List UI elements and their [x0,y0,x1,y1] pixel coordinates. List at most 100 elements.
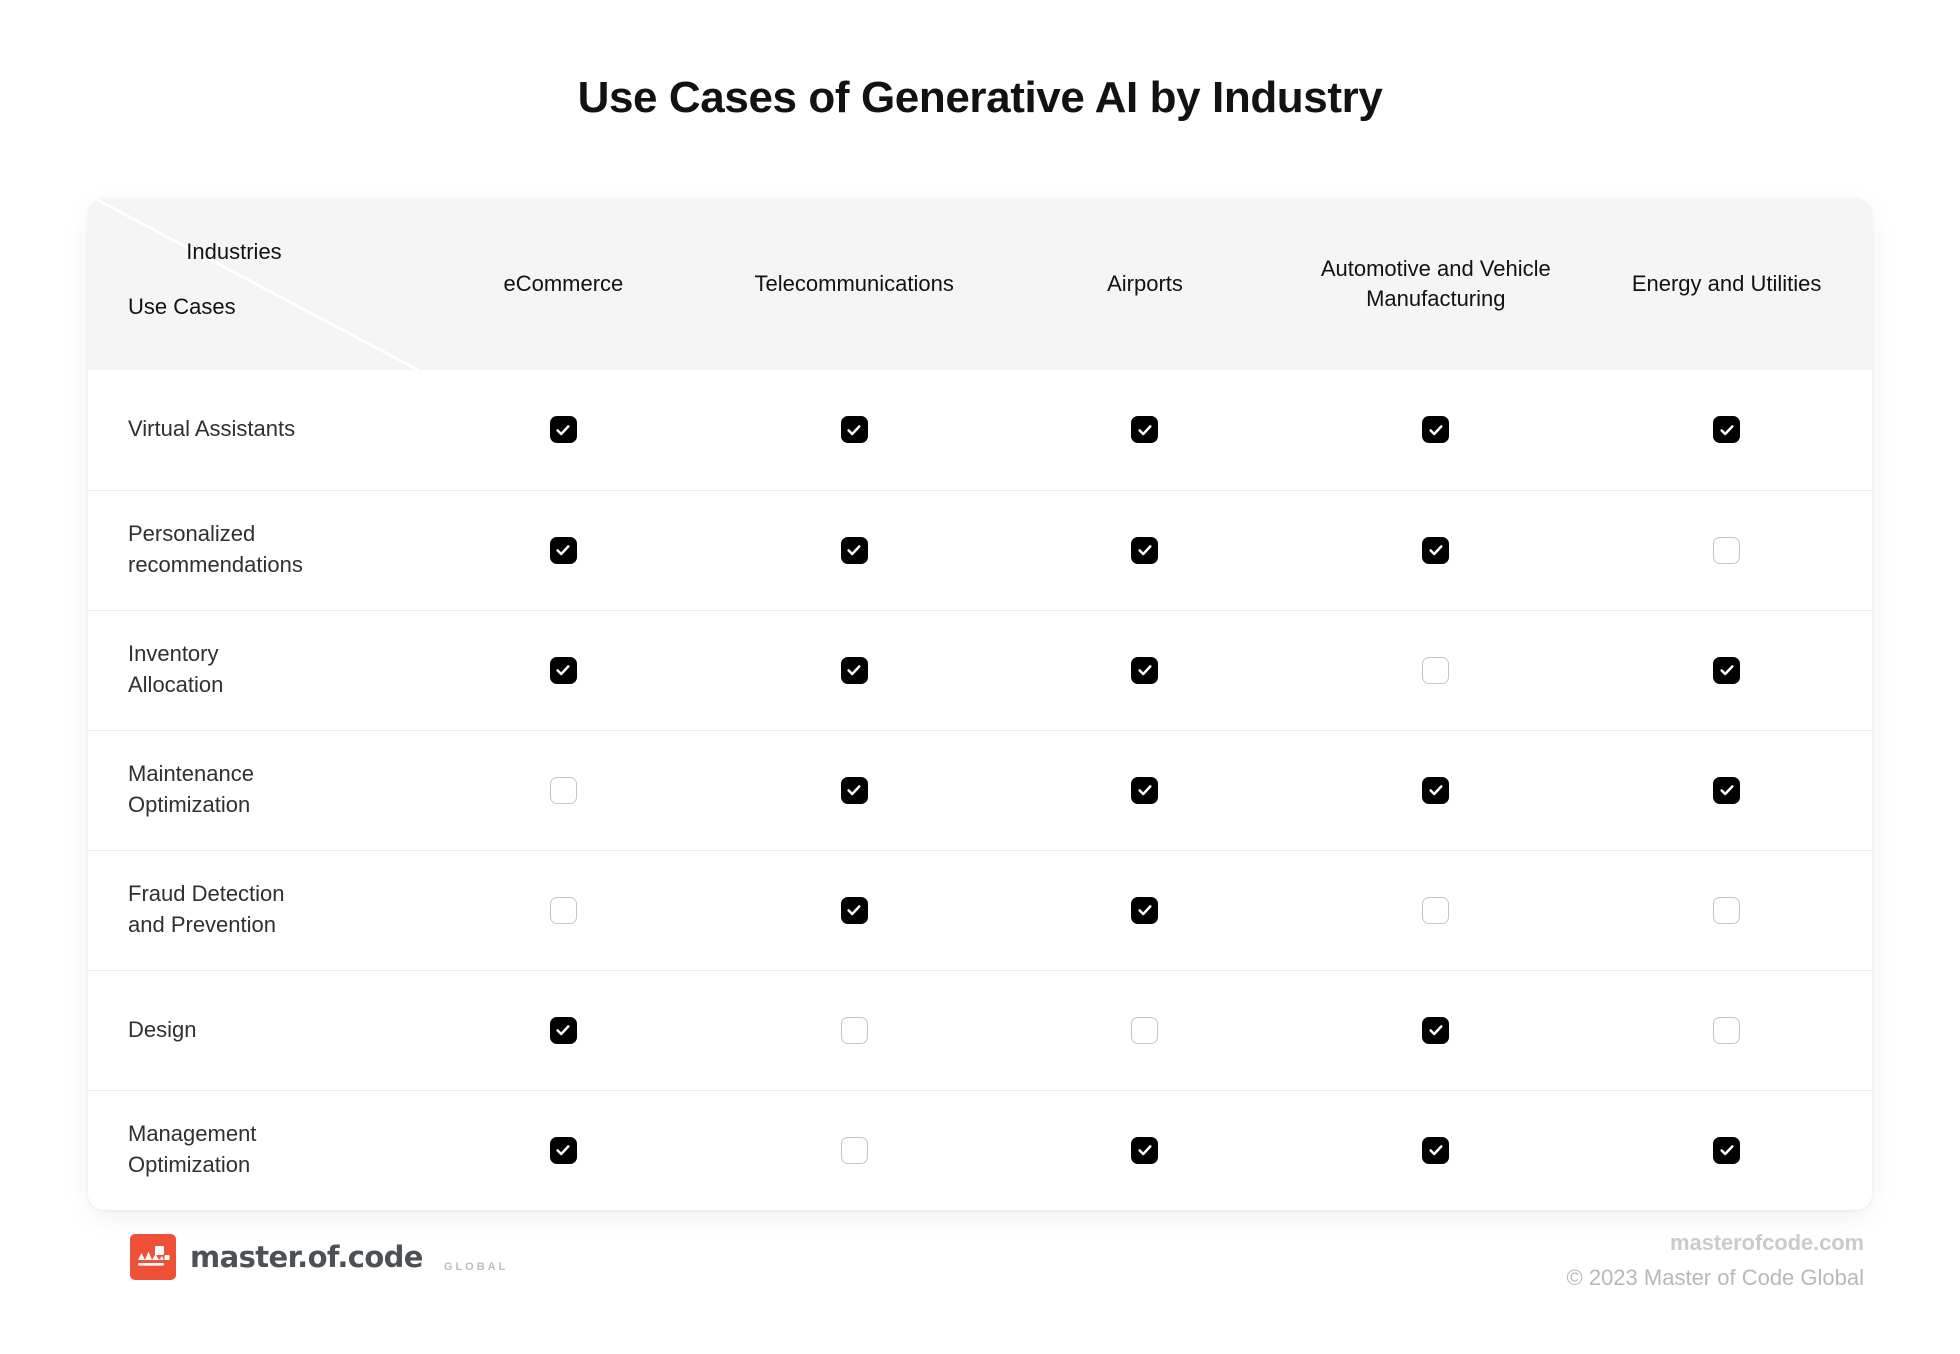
checkbox-checked-icon[interactable] [1713,416,1741,444]
footer-attribution: masterofcode.com © 2023 Master of Code G… [1566,1230,1865,1291]
checkbox-unchecked-icon[interactable] [1422,656,1450,684]
cell-management-optimization-automotive-and-vehicle-manufacturing[interactable] [1290,1089,1582,1210]
cell-maintenance-optimization-automotive-and-vehicle-manufacturing[interactable] [1290,729,1582,850]
checkbox-checked-icon[interactable] [1131,416,1159,444]
checkbox-checked-icon[interactable] [1131,536,1159,564]
checkbox-unchecked-icon[interactable] [840,1136,868,1164]
master-of-code-logo-icon [130,1234,176,1280]
cell-personalized-recommendations-telecommunications[interactable] [708,489,1000,610]
checkbox-checked-icon[interactable] [1422,1136,1450,1164]
cell-design-airports[interactable] [999,969,1291,1090]
cell-management-optimization-airports[interactable] [999,1089,1291,1210]
usecases-axis-label: Use Cases [128,294,236,319]
row-label-line: recommendations [128,552,303,577]
brand-logo[interactable]: master.of.code GLOBAL [130,1234,508,1280]
checkbox-checked-icon[interactable] [1131,776,1159,804]
cell-fraud-detection-and-prevention-airports[interactable] [999,849,1291,970]
checkbox-checked-icon[interactable] [1713,1136,1741,1164]
row-label-line: Inventory [128,641,219,667]
checkbox-checked-icon[interactable] [549,1016,577,1044]
checkbox-unchecked-icon[interactable] [1422,896,1450,924]
checkbox-checked-icon[interactable] [1422,776,1450,804]
table-row: Personalized recommendations [88,489,1872,610]
cell-personalized-recommendations-automotive-and-vehicle-manufacturing[interactable] [1290,489,1582,610]
checkbox-checked-icon[interactable] [1131,896,1159,924]
industries-axis-label: Industries [186,239,282,264]
cell-virtual-assistants-energy-and-utilities[interactable] [1581,370,1872,490]
checkbox-checked-icon[interactable] [1131,1136,1159,1164]
checkbox-unchecked-icon[interactable] [549,896,577,924]
corner-diagonal-divider-icon [88,198,418,370]
cell-design-automotive-and-vehicle-manufacturing[interactable] [1290,969,1582,1090]
checkbox-checked-icon[interactable] [1131,656,1159,684]
copyright-text: © 2023 Master of Code Global [1566,1265,1864,1290]
row-label-inventory-allocation: Inventory Allocation [88,609,418,730]
cell-virtual-assistants-automotive-and-vehicle-manufacturing[interactable] [1290,370,1581,490]
cell-fraud-detection-and-prevention-automotive-and-vehicle-manufacturing[interactable] [1290,849,1582,970]
checkbox-unchecked-icon[interactable] [840,1016,868,1044]
cell-maintenance-optimization-telecommunications[interactable] [708,729,1000,850]
table-body: Virtual Assistants Personalized recommenda… [88,370,1872,1210]
cell-maintenance-optimization-energy-and-utilities[interactable] [1581,729,1872,850]
checkbox-checked-icon[interactable] [549,416,577,444]
checkbox-checked-icon[interactable] [549,536,577,564]
row-label-line: Fraud Detection [128,881,285,907]
checkbox-checked-icon[interactable] [840,656,868,684]
cell-design-telecommunications[interactable] [708,969,1000,1090]
cell-fraud-detection-and-prevention-energy-and-utilities[interactable] [1581,849,1872,970]
cell-management-optimization-ecommerce[interactable] [418,1089,709,1210]
checkbox-unchecked-icon[interactable] [1713,896,1741,924]
row-label-personalized-recommendations: Personalized recommendations [88,489,418,610]
cell-inventory-allocation-ecommerce[interactable] [418,609,709,730]
cell-inventory-allocation-airports[interactable] [999,609,1291,730]
header-row: Industries Use Cases eCommerce Telecommu… [88,198,1872,370]
checkbox-checked-icon[interactable] [1713,656,1741,684]
website-url[interactable]: masterofcode.com [1567,1230,1864,1256]
cell-fraud-detection-and-prevention-ecommerce[interactable] [418,849,709,970]
header-corner-cell: Industries Use Cases [88,198,418,370]
checkbox-checked-icon[interactable] [1713,776,1741,804]
column-header-telecommunications: Telecommunications [708,198,1000,370]
cell-inventory-allocation-automotive-and-vehicle-manufacturing[interactable] [1290,609,1582,730]
checkbox-checked-icon[interactable] [840,776,868,804]
cell-fraud-detection-and-prevention-telecommunications[interactable] [708,849,1000,970]
cell-maintenance-optimization-airports[interactable] [999,729,1291,850]
row-label-line: Design [128,1016,197,1042]
table-row: Design [88,969,1872,1090]
use-case-matrix-card: Industries Use Cases eCommerce Telecommu… [88,198,1872,1210]
checkbox-checked-icon[interactable] [840,416,868,444]
row-label-virtual-assistants: Virtual Assistants [88,370,418,490]
cell-design-ecommerce[interactable] [418,969,709,1090]
checkbox-checked-icon[interactable] [1422,1016,1450,1044]
row-label-line: Allocation [128,672,224,697]
cell-management-optimization-energy-and-utilities[interactable] [1581,1089,1872,1210]
checkbox-checked-icon[interactable] [549,1136,577,1164]
infographic-page: Use Cases of Generative AI by Industry I… [0,0,1960,1354]
cell-design-energy-and-utilities[interactable] [1581,969,1872,1090]
checkbox-checked-icon[interactable] [549,656,577,684]
table-row: Management Optimization [88,1089,1872,1210]
checkbox-unchecked-icon[interactable] [1131,1016,1159,1044]
checkbox-unchecked-icon[interactable] [1713,1016,1741,1044]
cell-personalized-recommendations-energy-and-utilities[interactable] [1581,489,1872,610]
table-row: Fraud Detection and Prevention [88,849,1872,970]
cell-virtual-assistants-ecommerce[interactable] [418,370,709,490]
cell-virtual-assistants-airports[interactable] [1000,370,1291,490]
cell-personalized-recommendations-ecommerce[interactable] [418,489,709,610]
cell-inventory-allocation-telecommunications[interactable] [708,609,1000,730]
cell-inventory-allocation-energy-and-utilities[interactable] [1581,609,1872,730]
row-label-line: and Prevention [128,912,276,937]
checkbox-unchecked-icon[interactable] [1713,536,1741,564]
checkbox-checked-icon[interactable] [840,896,868,924]
cell-maintenance-optimization-ecommerce[interactable] [418,729,709,850]
checkbox-checked-icon[interactable] [840,536,868,564]
cell-virtual-assistants-telecommunications[interactable] [709,370,1000,490]
checkbox-checked-icon[interactable] [1422,416,1450,444]
checkbox-checked-icon[interactable] [1422,536,1450,564]
table-row: Virtual Assistants [88,370,1872,490]
use-case-matrix-table: Industries Use Cases eCommerce Telecommu… [88,198,1872,1210]
footer: master.of.code GLOBAL masterofcode.com ©… [88,1222,1872,1314]
cell-personalized-recommendations-airports[interactable] [999,489,1291,610]
checkbox-unchecked-icon[interactable] [549,776,577,804]
cell-management-optimization-telecommunications[interactable] [708,1089,1000,1210]
